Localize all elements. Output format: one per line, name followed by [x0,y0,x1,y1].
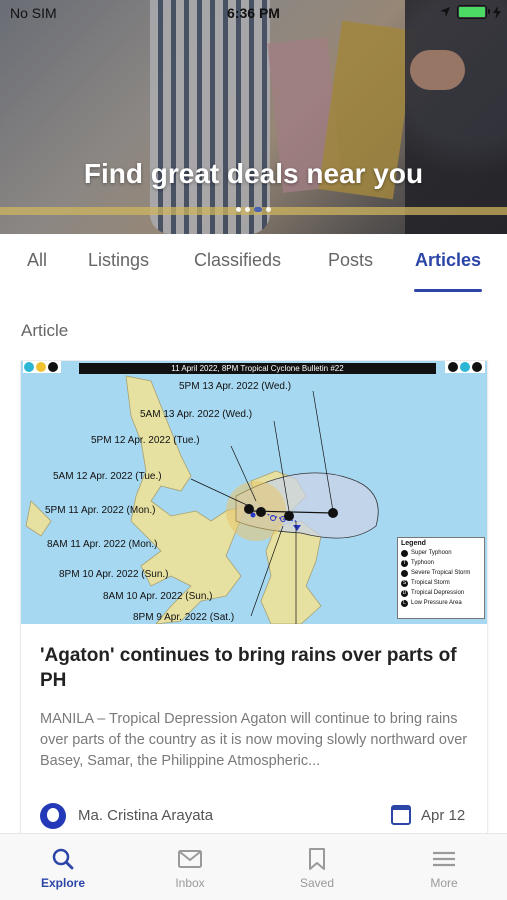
nav-saved[interactable]: Saved [254,834,380,900]
hero-banner[interactable]: No SIM 6:36 PM Find great deals near you [0,0,507,234]
location-arrow-icon [440,7,450,17]
category-tabs: All Listings Classifieds Posts Articles [0,234,507,292]
low-pressure-area-icon: L [401,599,408,607]
calendar-icon [391,805,411,825]
article-title[interactable]: 'Agaton' continues to bring rains over p… [40,643,470,693]
legend-label: Typhoon [411,560,435,566]
severe-tropical-storm-icon [401,569,408,577]
carousel-dot-active[interactable] [254,207,262,212]
carousel-indicator[interactable] [0,207,507,212]
track-label: 5PM 13 Apr. 2022 (Wed.) [179,381,292,392]
clock: 6:36 PM [227,5,280,21]
nav-label: Inbox [175,876,205,890]
nav-explore[interactable]: Explore [0,834,126,900]
author-avatar[interactable] [40,803,66,829]
legend-label: Super Typhoon [411,550,452,556]
tab-posts[interactable]: Posts [328,250,373,271]
nav-label: More [430,876,458,890]
article-card[interactable]: 11 April 2022, 8PM Tropical Cyclone Bull… [21,361,487,836]
tab-listings[interactable]: Listings [88,250,149,271]
article-image-cyclone-map: 11 April 2022, 8PM Tropical Cyclone Bull… [21,361,487,624]
track-label: 8PM 9 Apr. 2022 (Sat.) [133,612,235,623]
battery-level [459,7,485,17]
legend-item: S Tropical Storm [401,578,481,588]
tropical-storm-icon: S [401,579,408,587]
mail-icon [178,850,202,868]
article-date: Apr 12 [421,807,466,824]
legend-label: Tropical Storm [411,580,450,586]
track-label: 5AM 12 Apr. 2022 (Tue.) [53,471,162,482]
typhoon-icon: T [401,559,408,567]
legend-label: Tropical Depression [411,590,465,596]
track-label: 5AM 13 Apr. 2022 (Wed.) [140,409,253,420]
legend-label: Low Pressure Area [411,600,462,606]
track-label: 5PM 11 Apr. 2022 (Mon.) [45,505,156,516]
hero-overlay [0,0,507,234]
track-label: 8PM 10 Apr. 2022 (Sun.) [59,569,169,580]
hero-title: Find great deals near you [83,158,424,189]
tab-all[interactable]: All [27,250,47,271]
legend-title: Legend [401,540,426,547]
bottom-navigation: Explore Inbox Saved More [0,833,507,900]
status-bar: No SIM 6:36 PM [0,0,507,28]
track-label: 5PM 12 Apr. 2022 (Tue.) [91,435,200,446]
nav-more[interactable]: More [381,834,507,900]
map-header: 11 April 2022, 8PM Tropical Cyclone Bull… [79,363,436,374]
author-name[interactable]: Ma. Cristina Arayata [78,807,213,824]
track-label: 8AM 10 Apr. 2022 (Sun.) [103,591,213,602]
status-indicators [439,5,501,19]
tropical-depression-icon: D [401,589,408,597]
article-excerpt: MANILA – Tropical Depression Agaton will… [40,711,468,769]
article-meta: Ma. Cristina Arayata Apr 12 [40,799,468,833]
legend-item: Super Typhoon [401,548,481,558]
nav-inbox[interactable]: Inbox [127,834,253,900]
bookmark-icon [309,848,325,870]
carousel-dot[interactable] [266,207,271,212]
carousel-dot[interactable] [245,207,250,212]
legend-item: D Tropical Depression [401,588,481,598]
tab-classifieds[interactable]: Classifieds [194,250,281,271]
charging-bolt-icon [493,5,501,19]
tab-articles[interactable]: Articles [415,250,481,271]
nav-label: Saved [299,876,335,890]
map-legend: Legend Super Typhoon T Typhoon Severe Tr… [397,537,485,619]
legend-label: Severe Tropical Storm [411,570,471,576]
legend-item: T Typhoon [401,558,481,568]
nav-label: Explore [40,876,85,890]
section-label: Article [21,321,69,340]
active-tab-indicator [414,289,482,292]
track-label: 8AM 11 Apr. 2022 (Mon.) [47,539,158,550]
battery-icon [457,5,490,19]
menu-icon [433,851,455,867]
legend-item: Severe Tropical Storm [401,568,481,578]
carousel-dot[interactable] [236,207,241,212]
legend-item: L Low Pressure Area [401,598,481,608]
search-icon [52,848,74,870]
super-typhoon-icon [401,549,408,557]
